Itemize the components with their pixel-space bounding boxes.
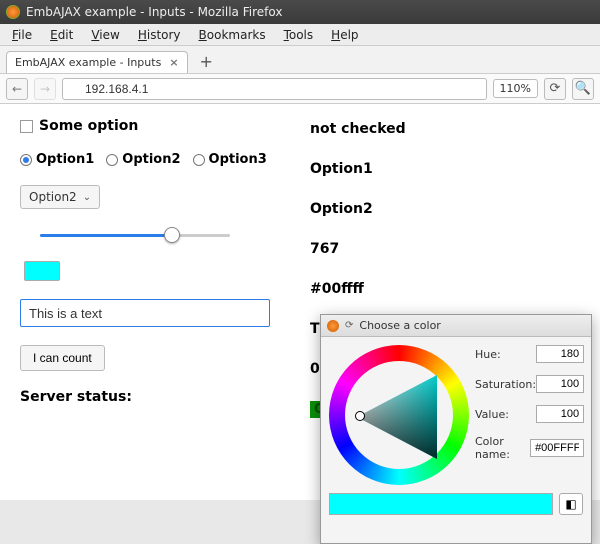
server-status-label: Server status: <box>20 389 132 405</box>
radio-option3[interactable]: Option3 <box>193 152 267 167</box>
menu-edit[interactable]: Edit <box>42 26 81 44</box>
chevron-down-icon: ⌄ <box>83 192 91 203</box>
value-input[interactable] <box>536 405 584 423</box>
window-title: EmbAJAX example - Inputs - Mozilla Firef… <box>26 5 282 19</box>
some-option-label: Some option <box>39 118 138 134</box>
slider-thumb[interactable] <box>164 227 180 243</box>
browser-tab[interactable]: EmbAJAX example - Inputs × <box>6 51 188 73</box>
firefox-icon <box>327 320 339 332</box>
tab-strip: EmbAJAX example - Inputs × + <box>0 46 600 74</box>
menu-history[interactable]: History <box>130 26 189 44</box>
tab-label: EmbAJAX example - Inputs <box>15 56 161 69</box>
select-value: Option2 <box>29 190 77 204</box>
color-picker-title: Choose a color <box>359 319 440 332</box>
slider-fill <box>40 234 170 237</box>
radio-option1[interactable]: Option1 <box>20 152 94 167</box>
color-wheel[interactable] <box>329 345 469 485</box>
option-select[interactable]: Option2 ⌄ <box>20 185 100 209</box>
slider[interactable] <box>40 227 230 243</box>
menu-view[interactable]: View <box>83 26 127 44</box>
radio-icon <box>193 154 205 166</box>
count-button[interactable]: I can count <box>20 345 105 371</box>
page-content: Some option Option1 Option2 Option3 Opti… <box>0 104 600 500</box>
radio-icon <box>20 154 32 166</box>
menu-tools[interactable]: Tools <box>276 26 322 44</box>
saturation-label: Saturation: <box>475 378 536 391</box>
color-cursor[interactable] <box>355 411 365 421</box>
color-picker-titlebar[interactable]: ⟳ Choose a color <box>321 315 591 337</box>
address-bar[interactable] <box>62 78 487 100</box>
radio-output: Option1 <box>310 158 590 180</box>
forward-button[interactable]: → <box>34 78 56 100</box>
color-picker-dialog[interactable]: ⟳ Choose a color Hue: Saturation: Value:… <box>320 314 592 544</box>
refresh-icon[interactable]: ⟳ <box>345 320 353 331</box>
hue-input[interactable] <box>536 345 584 363</box>
eyedropper-button[interactable]: ◧ <box>559 493 583 515</box>
color-name-input[interactable] <box>530 439 584 457</box>
color-input[interactable] <box>24 261 60 281</box>
slider-output: 767 <box>310 238 590 260</box>
radio-icon <box>106 154 118 166</box>
menu-file[interactable]: File <box>4 26 40 44</box>
select-output: Option2 <box>310 198 590 220</box>
reload-button[interactable]: ⟳ <box>544 78 566 100</box>
navigation-toolbar: ← → i 110% ⟳ 🔍 <box>0 74 600 104</box>
menu-bookmarks[interactable]: Bookmarks <box>191 26 274 44</box>
window-titlebar: EmbAJAX example - Inputs - Mozilla Firef… <box>0 0 600 24</box>
hue-label: Hue: <box>475 348 501 361</box>
color-name-label: Color name: <box>475 435 530 461</box>
value-label: Value: <box>475 408 509 421</box>
close-icon[interactable]: × <box>169 56 178 69</box>
zoom-indicator[interactable]: 110% <box>493 79 538 98</box>
color-output: #00ffff <box>310 278 590 300</box>
menu-bar: File Edit View History Bookmarks Tools H… <box>0 24 600 46</box>
some-option-checkbox[interactable] <box>20 120 33 133</box>
firefox-icon <box>6 5 20 19</box>
search-button[interactable]: 🔍 <box>572 78 594 100</box>
checkbox-output: not checked <box>310 118 590 140</box>
menu-help[interactable]: Help <box>323 26 366 44</box>
color-preview <box>329 493 553 515</box>
back-button[interactable]: ← <box>6 78 28 100</box>
new-tab-button[interactable]: + <box>192 50 221 73</box>
text-input[interactable] <box>20 299 270 327</box>
saturation-input[interactable] <box>536 375 584 393</box>
radio-group: Option1 Option2 Option3 <box>20 152 300 167</box>
radio-option2[interactable]: Option2 <box>106 152 180 167</box>
